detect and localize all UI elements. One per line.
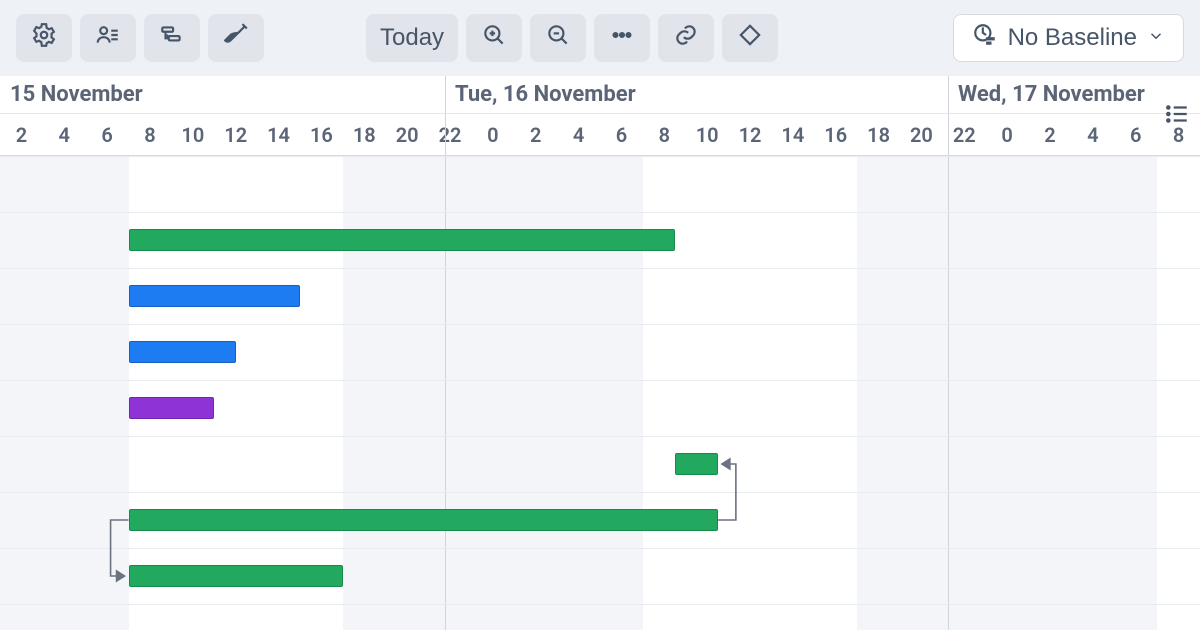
shovel-icon xyxy=(223,22,249,55)
hour-cell: 6 xyxy=(600,114,643,156)
diamond-icon xyxy=(737,22,763,55)
hour-cell: 14 xyxy=(257,114,300,156)
baseline-label: No Baseline xyxy=(1008,24,1137,52)
day-row: 15 November Tue, 16 November Wed, 17 Nov… xyxy=(0,76,1200,114)
hour-cell: 20 xyxy=(386,114,429,156)
hour-row: 2468101214161820220246810121416182022024… xyxy=(0,114,1200,156)
hour-cell: 4 xyxy=(1071,114,1114,156)
timeline-header: 15 November Tue, 16 November Wed, 17 Nov… xyxy=(0,76,1200,156)
hour-cell: 2 xyxy=(0,114,43,156)
baseline-dropdown[interactable]: No Baseline xyxy=(953,14,1184,62)
hour-cell: 8 xyxy=(643,114,686,156)
hour-cell: 2 xyxy=(514,114,557,156)
hour-cell: 4 xyxy=(557,114,600,156)
day-separator xyxy=(948,76,949,113)
today-button[interactable]: Today xyxy=(366,14,458,62)
link-icon xyxy=(673,22,699,55)
day-separator xyxy=(445,76,446,113)
link-button[interactable] xyxy=(658,14,714,62)
more-button[interactable] xyxy=(594,14,650,62)
list-icon xyxy=(1164,101,1190,131)
hour-cell: 18 xyxy=(343,114,386,156)
gear-icon xyxy=(31,22,57,55)
hour-cell: 4 xyxy=(43,114,86,156)
day-separator xyxy=(445,114,446,156)
hour-cell: 10 xyxy=(686,114,729,156)
task-indent-icon xyxy=(159,22,185,55)
dig-button[interactable] xyxy=(208,14,264,62)
hour-cell: 6 xyxy=(86,114,129,156)
gantt-chart[interactable] xyxy=(0,156,1200,630)
day-separator xyxy=(948,114,949,156)
hour-cell: 16 xyxy=(300,114,343,156)
dependency-arrow xyxy=(0,156,1200,630)
day-label: Tue, 16 November xyxy=(455,82,636,107)
hour-cell: 22 xyxy=(429,114,472,156)
hour-cell: 22 xyxy=(943,114,986,156)
hour-cell: 14 xyxy=(771,114,814,156)
milestone-button[interactable] xyxy=(722,14,778,62)
settings-button[interactable] xyxy=(16,14,72,62)
today-label: Today xyxy=(380,24,444,52)
hour-cell: 18 xyxy=(857,114,900,156)
user-list-icon xyxy=(95,22,121,55)
hour-cell: 16 xyxy=(814,114,857,156)
hour-cell: 8 xyxy=(129,114,172,156)
hour-cell: 12 xyxy=(729,114,772,156)
day-label: 15 November xyxy=(10,82,143,107)
assignees-button[interactable] xyxy=(80,14,136,62)
toolbar: Today No Baseline xyxy=(0,0,1200,76)
hour-cell: 20 xyxy=(900,114,943,156)
day-label: Wed, 17 November xyxy=(958,82,1145,107)
hour-cell: 10 xyxy=(171,114,214,156)
zoom-out-icon xyxy=(545,22,571,55)
hour-cell: 0 xyxy=(986,114,1029,156)
baseline-icon xyxy=(972,22,998,55)
zoom-out-button[interactable] xyxy=(530,14,586,62)
hour-cell: 2 xyxy=(1029,114,1072,156)
list-toggle-button[interactable] xyxy=(1160,99,1194,133)
hour-cell: 6 xyxy=(1114,114,1157,156)
zoom-in-icon xyxy=(481,22,507,55)
chevron-down-icon xyxy=(1147,24,1165,52)
hour-cell: 12 xyxy=(214,114,257,156)
hour-cell: 0 xyxy=(471,114,514,156)
zoom-in-button[interactable] xyxy=(466,14,522,62)
ellipsis-icon xyxy=(609,22,635,55)
indent-button[interactable] xyxy=(144,14,200,62)
